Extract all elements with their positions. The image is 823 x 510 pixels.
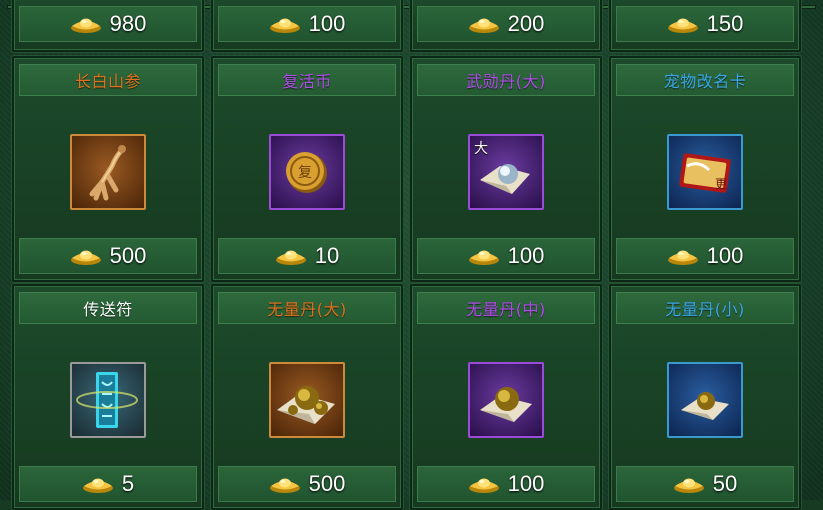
shop-item-card[interactable]: 无量丹(大) 500 <box>211 284 403 510</box>
price-value: 100 <box>706 243 744 268</box>
price-value: 5 <box>121 471 135 496</box>
price-value: 500 <box>308 471 346 496</box>
price-value: 980 <box>109 11 147 36</box>
svg-text:复: 复 <box>298 164 312 181</box>
gold-ingot-icon <box>275 246 307 266</box>
ginseng-icon <box>70 134 146 210</box>
price-bar: 5 <box>19 466 197 502</box>
price-bar: 10 <box>218 238 396 274</box>
shop-item-card[interactable]: 武勋丹(大) 大 100 <box>410 56 602 282</box>
item-name: 传送符 <box>19 292 197 324</box>
price-value: 100 <box>507 471 545 496</box>
pet-rename-card-icon: 更 <box>667 134 743 210</box>
teleport-talisman-icon <box>70 362 146 438</box>
shop-item-card[interactable]: 传送符 5 <box>12 284 204 510</box>
svg-text:更: 更 <box>715 177 727 191</box>
item-name: 无量丹(小) <box>616 292 794 324</box>
price-value: 10 <box>314 243 340 268</box>
price-bar: 500 <box>19 238 197 274</box>
item-shop-grid: 980 100 200 150 长白山参 500 复活币 复 10 武勋丹(大)… <box>0 0 823 510</box>
price-bar: 200 <box>417 6 595 42</box>
shop-item-card-top-3[interactable]: 200 <box>410 0 602 52</box>
price-value: 150 <box>706 11 744 36</box>
item-name: 宠物改名卡 <box>616 64 794 96</box>
price-value: 500 <box>109 243 147 268</box>
shop-item-card[interactable]: 无量丹(小) 50 <box>609 284 801 510</box>
gold-ingot-icon <box>468 14 500 34</box>
gold-ingot-icon <box>269 14 301 34</box>
price-value: 100 <box>507 243 545 268</box>
gold-ingot-icon <box>468 474 500 494</box>
item-name: 武勋丹(大) <box>417 64 595 96</box>
shop-item-card[interactable]: 宠物改名卡 更 100 <box>609 56 801 282</box>
item-name: 复活币 <box>218 64 396 96</box>
gold-ingot-icon <box>468 246 500 266</box>
price-value: 100 <box>308 11 346 36</box>
infinity-pill-icon <box>667 362 743 438</box>
shop-item-card-top-4[interactable]: 150 <box>609 0 801 52</box>
price-bar: 100 <box>417 466 595 502</box>
price-bar: 50 <box>616 466 794 502</box>
price-bar: 100 <box>616 238 794 274</box>
gold-ingot-icon <box>269 474 301 494</box>
item-badge: 大 <box>474 141 488 157</box>
shop-item-card-top-2[interactable]: 100 <box>211 0 403 52</box>
gold-ingot-icon <box>70 14 102 34</box>
item-name: 长白山参 <box>19 64 197 96</box>
price-value: 50 <box>712 471 738 496</box>
revive-coin-icon: 复 <box>269 134 345 210</box>
gold-ingot-icon <box>667 246 699 266</box>
shop-item-card-top-1[interactable]: 980 <box>12 0 204 52</box>
shop-item-card[interactable]: 无量丹(中) 100 <box>410 284 602 510</box>
item-name: 无量丹(中) <box>417 292 595 324</box>
item-name: 无量丹(大) <box>218 292 396 324</box>
shop-item-card[interactable]: 复活币 复 10 <box>211 56 403 282</box>
gold-ingot-icon <box>673 474 705 494</box>
price-bar: 500 <box>218 466 396 502</box>
gold-ingot-icon <box>70 246 102 266</box>
merit-pill-icon: 大 <box>468 134 544 210</box>
infinity-pill-icon <box>468 362 544 438</box>
shop-item-card[interactable]: 长白山参 500 <box>12 56 204 282</box>
gold-ingot-icon <box>82 474 114 494</box>
price-bar: 150 <box>616 6 794 42</box>
price-bar: 980 <box>19 6 197 42</box>
infinity-pill-icon <box>269 362 345 438</box>
price-bar: 100 <box>218 6 396 42</box>
price-bar: 100 <box>417 238 595 274</box>
gold-ingot-icon <box>667 14 699 34</box>
price-value: 200 <box>507 11 545 36</box>
